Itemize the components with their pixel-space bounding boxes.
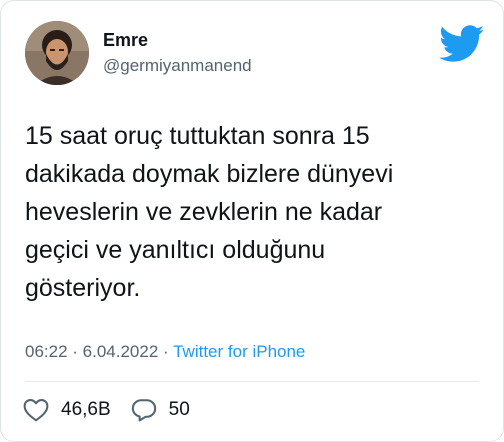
tweet-date[interactable]: 6.04.2022 <box>83 342 159 361</box>
author-handle[interactable]: @germiyanmanend <box>103 55 252 77</box>
reply-count: 50 <box>168 399 190 420</box>
reply-button[interactable]: 50 <box>131 397 190 423</box>
like-button[interactable]: 46,6B <box>23 397 111 423</box>
heart-icon <box>23 399 49 422</box>
author-name[interactable]: Emre <box>103 29 148 51</box>
tweet-time[interactable]: 06:22 <box>25 342 68 361</box>
divider <box>25 381 479 382</box>
like-count: 46,6B <box>61 399 111 420</box>
tweet-source[interactable]: Twitter for iPhone <box>173 342 305 361</box>
avatar[interactable] <box>25 21 89 85</box>
tweet-meta: 06:22 · 6.04.2022 · Twitter for iPhone <box>25 341 305 363</box>
tweet-card[interactable]: Emre @germiyanmanend 15 saat oruç tuttuk… <box>0 0 504 442</box>
meta-separator: · <box>158 342 174 361</box>
tweet-text: 15 saat oruç tuttuktan sonra 15 dakikada… <box>25 122 394 302</box>
twitter-bird-icon[interactable] <box>439 25 485 63</box>
tweet-actions: 46,6B 50 <box>23 397 210 423</box>
speech-bubble-icon <box>131 399 156 422</box>
meta-separator: · <box>67 342 83 361</box>
